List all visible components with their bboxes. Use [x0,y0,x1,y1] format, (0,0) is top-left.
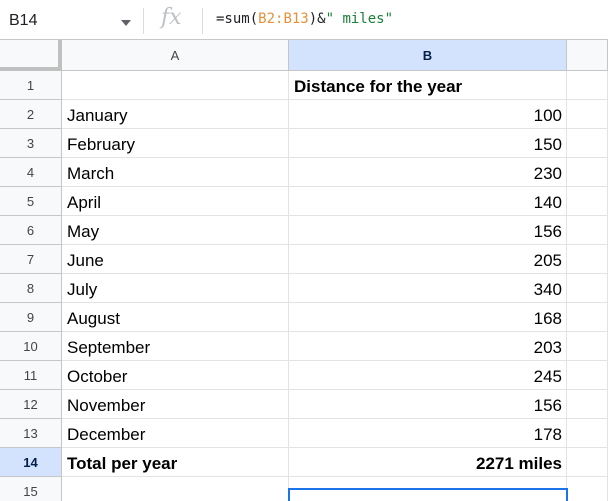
formula-prefix: =sum( [216,11,259,27]
table-row: 1 Distance for the year [0,71,608,100]
cell-b[interactable]: 150 [289,129,567,158]
cell-a[interactable]: March [62,158,289,187]
formula-bar: B14 fx =sum(B2:B13)&" miles" [0,0,608,40]
column-header-a[interactable]: A [62,40,289,71]
cell-b[interactable]: 100 [289,100,567,129]
table-row: 9 August 168 [0,303,608,332]
formula-string: " miles" [325,11,394,27]
formula-input[interactable]: =sum(B2:B13)&" miles" [216,11,393,27]
cell-c[interactable] [567,477,608,501]
cell-a[interactable]: November [62,390,289,419]
cell-c[interactable] [567,129,608,158]
divider [143,8,144,34]
cell-a[interactable]: April [62,187,289,216]
cell-b[interactable]: 205 [289,245,567,274]
cell-a[interactable] [62,71,289,100]
row-header[interactable]: 10 [0,332,62,361]
table-row: 3 February 150 [0,129,608,158]
row-header[interactable]: 8 [0,274,62,303]
row-header[interactable]: 15 [0,477,62,501]
cell-c[interactable] [567,100,608,129]
cell-b[interactable]: Distance for the year [289,71,567,100]
table-row: 11 October 245 [0,361,608,390]
row-header[interactable]: 13 [0,419,62,448]
table-row: 12 November 156 [0,390,608,419]
divider [202,8,203,34]
row-header[interactable]: 9 [0,303,62,332]
table-row: 10 September 203 [0,332,608,361]
cell-c[interactable] [567,187,608,216]
cell-b[interactable]: 168 [289,303,567,332]
cell-c[interactable] [567,71,608,100]
cell-c[interactable] [567,419,608,448]
fx-icon: fx [161,5,182,30]
chevron-down-icon[interactable] [121,20,131,26]
cell-a[interactable]: July [62,274,289,303]
cell-b[interactable]: 156 [289,216,567,245]
cell-b[interactable]: 156 [289,390,567,419]
cell-a[interactable]: September [62,332,289,361]
table-row: 5 April 140 [0,187,608,216]
cell-c[interactable] [567,303,608,332]
column-header-b[interactable]: B [289,40,567,71]
row-header[interactable]: 12 [0,390,62,419]
table-row: 14 Total per year 2271 miles [0,448,608,477]
cell-a[interactable]: June [62,245,289,274]
row-header[interactable]: 3 [0,129,62,158]
cell-b[interactable] [289,477,567,501]
cell-b[interactable]: 230 [289,158,567,187]
cell-a[interactable]: October [62,361,289,390]
row-header[interactable]: 11 [0,361,62,390]
spreadsheet-grid: A B 1 Distance for the year 2 January 100 3 Fe… [0,40,608,501]
row-header[interactable]: 2 [0,100,62,129]
cell-b[interactable]: 140 [289,187,567,216]
table-row: 15 [0,477,608,501]
table-row: 4 March 230 [0,158,608,187]
name-box-value: B14 [9,12,38,29]
cell-b[interactable]: 245 [289,361,567,390]
row-header[interactable]: 7 [0,245,62,274]
table-row: 2 January 100 [0,100,608,129]
cell-a[interactable]: May [62,216,289,245]
cell-a[interactable]: January [62,100,289,129]
cell-b[interactable]: 2271 miles [289,448,567,477]
row-header[interactable]: 4 [0,158,62,187]
cell-a[interactable] [62,477,289,501]
cell-c[interactable] [567,216,608,245]
cell-c[interactable] [567,332,608,361]
cell-c[interactable] [567,390,608,419]
table-row: 7 June 205 [0,245,608,274]
cell-a[interactable]: August [62,303,289,332]
row-header[interactable]: 6 [0,216,62,245]
cell-c[interactable] [567,245,608,274]
table-row: 6 May 156 [0,216,608,245]
select-all-corner[interactable] [0,40,62,71]
cell-c[interactable] [567,361,608,390]
row-header[interactable]: 1 [0,71,62,100]
cell-a[interactable]: December [62,419,289,448]
row-header[interactable]: 14 [0,448,62,477]
cell-c[interactable] [567,274,608,303]
cell-b[interactable]: 340 [289,274,567,303]
formula-range-ref: B2:B13 [258,11,309,27]
formula-middle: )& [308,11,326,27]
cell-c[interactable] [567,448,608,477]
column-header-c[interactable] [567,40,608,71]
cell-c[interactable] [567,158,608,187]
cell-a[interactable]: Total per year [62,448,289,477]
name-box[interactable]: B14 [0,6,140,36]
table-row: 13 December 178 [0,419,608,448]
cell-a[interactable]: February [62,129,289,158]
row-header[interactable]: 5 [0,187,62,216]
cell-b[interactable]: 203 [289,332,567,361]
cell-b[interactable]: 178 [289,419,567,448]
table-row: 8 July 340 [0,274,608,303]
